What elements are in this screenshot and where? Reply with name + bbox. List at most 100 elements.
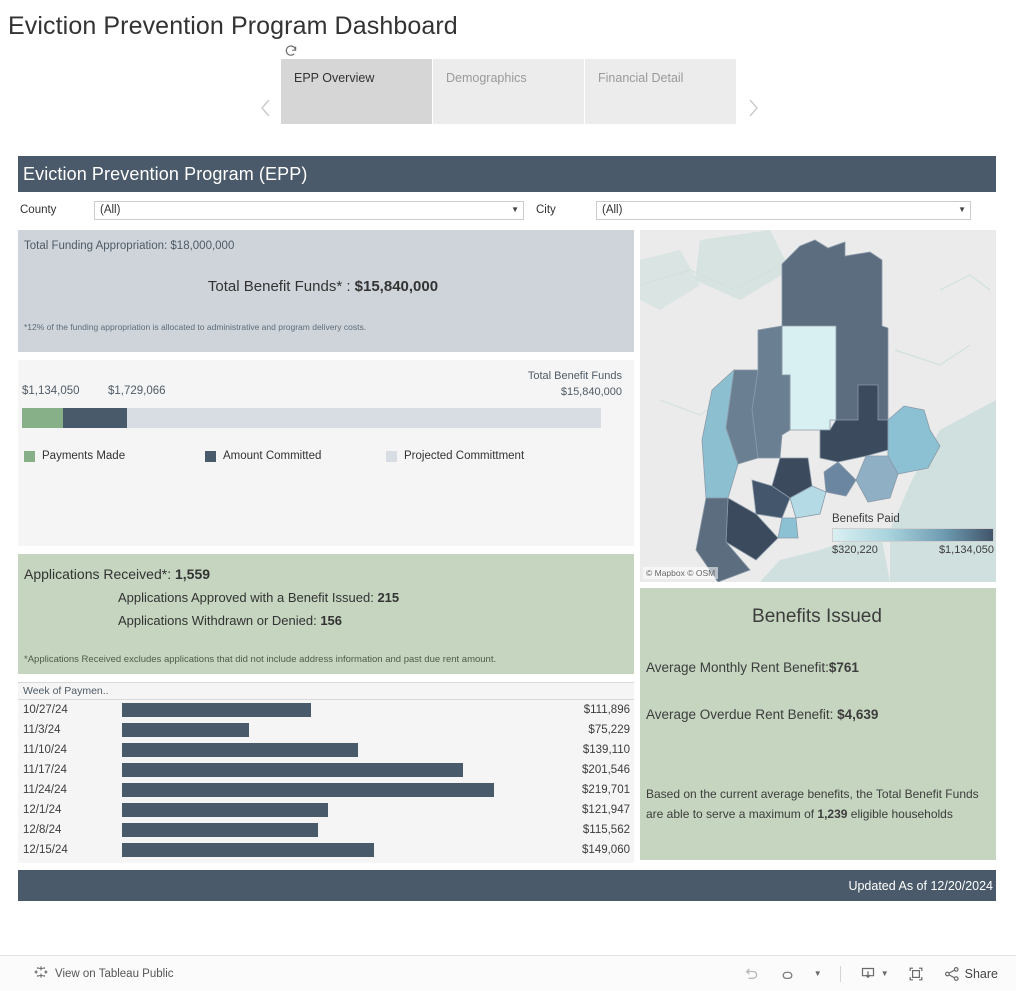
applications-received: Applications Received*: 1,559	[24, 566, 626, 582]
undo-icon[interactable]	[742, 965, 760, 983]
weekly-row-track	[122, 700, 564, 720]
weekly-row-track	[122, 740, 564, 760]
weekly-row-label: 12/15/24	[23, 844, 68, 856]
weekly-row-label: 12/1/24	[23, 804, 62, 816]
applications-approved-label: Applications Approved with a Benefit Iss…	[118, 590, 378, 605]
weekly-row-value: $111,896	[583, 704, 630, 716]
benefits-issued-title: Benefits Issued	[752, 606, 882, 627]
refresh-icon[interactable]	[283, 43, 299, 59]
weekly-chart-header: Week of Paymen..	[18, 683, 634, 700]
county-filter-dropdown[interactable]: (All) ▼	[94, 200, 524, 220]
stacked-funds-bar[interactable]	[22, 408, 601, 428]
average-overdue-rent-benefit-value: $4,639	[837, 707, 879, 722]
weekly-row-label: 11/3/24	[23, 724, 61, 736]
benefits-note-households: 1,239	[817, 807, 848, 821]
weekly-row-track	[122, 840, 564, 860]
weekly-payment-row[interactable]: 11/17/24 $201,546	[18, 760, 634, 780]
tabs-list: EPP Overview Demographics Financial Deta…	[281, 59, 736, 124]
legend-label-projected-commitment: Projected Committment	[404, 450, 525, 462]
chevron-down-icon: ▼	[958, 205, 966, 214]
tabs-prev-arrow[interactable]	[255, 95, 277, 121]
weekly-payment-row[interactable]: 12/1/24 $121,947	[18, 800, 634, 820]
benefits-capacity-note: Based on the current average benefits, t…	[646, 784, 990, 824]
fullscreen-icon[interactable]	[907, 965, 925, 983]
weekly-row-label: 12/8/24	[23, 824, 62, 836]
view-on-tableau-public-label: View on Tableau Public	[55, 967, 174, 980]
bar-segment-projected-commitment[interactable]	[126, 408, 601, 428]
weekly-payment-row[interactable]: 11/3/24 $75,229	[18, 720, 634, 740]
tab-demographics[interactable]: Demographics	[433, 59, 584, 124]
weekly-row-bar[interactable]	[122, 783, 494, 797]
legend-item-payments-made[interactable]: Payments Made	[24, 450, 205, 462]
legend-swatch-dark	[205, 450, 216, 462]
left-column: Total Funding Appropriation: $18,000,000…	[18, 230, 634, 863]
total-benefit-funds-label: Total Benefit Funds* :	[207, 278, 355, 295]
weekly-payment-row[interactable]: 11/24/24 $219,701	[18, 780, 634, 800]
county-sagadahoc[interactable]	[777, 517, 799, 539]
download-button[interactable]: ▼	[859, 965, 889, 983]
map-legend-values: $320,220 $1,134,050	[806, 544, 994, 556]
legend-item-amount-committed[interactable]: Amount Committed	[205, 450, 386, 462]
applications-denied-label: Applications Withdrawn or Denied:	[118, 613, 321, 628]
redo-icon[interactable]	[778, 965, 796, 983]
updated-band: Updated As of 12/20/2024	[18, 870, 996, 901]
weekly-payment-row[interactable]: 12/8/24 $115,562	[18, 820, 634, 840]
applications-denied-value: 156	[320, 613, 343, 628]
weekly-row-bar[interactable]	[122, 703, 312, 717]
average-overdue-rent-benefit: Average Overdue Rent Benefit: $4,639	[646, 707, 988, 722]
weekly-row-bar[interactable]	[122, 763, 464, 777]
map-attribution: © Mapbox © OSM	[643, 567, 719, 579]
applications-footnote: *Applications Received excludes applicat…	[24, 654, 497, 665]
tab-financial-detail[interactable]: Financial Detail	[585, 59, 736, 124]
applications-approved: Applications Approved with a Benefit Iss…	[118, 590, 626, 605]
weekly-row-bar[interactable]	[122, 823, 318, 837]
legend-swatch-green	[24, 450, 35, 462]
bar-segment-payments-made[interactable]	[22, 408, 64, 428]
average-monthly-rent-benefit-label: Average Monthly Rent Benefit:	[646, 660, 829, 675]
legend-item-projected-commitment[interactable]: Projected Committment	[386, 450, 524, 462]
funding-panel: Total Funding Appropriation: $18,000,000…	[18, 230, 634, 352]
tableau-toolbar: View on Tableau Public ▼ ▼ Share	[0, 955, 1016, 991]
toolbar-divider	[839, 965, 841, 982]
weekly-row-bar[interactable]	[122, 743, 358, 757]
weekly-row-label: 11/24/24	[23, 784, 67, 796]
city-filter-dropdown[interactable]: (All) ▼	[596, 200, 971, 220]
legend-label-payments-made: Payments Made	[42, 450, 126, 462]
legend-swatch-light	[386, 450, 397, 462]
weekly-row-value: $121,947	[582, 804, 630, 816]
weekly-row-label: 11/17/24	[23, 764, 67, 776]
weekly-row-track	[122, 760, 564, 780]
weekly-payment-row[interactable]: 10/27/24 $111,896	[18, 700, 634, 720]
tabs-next-arrow[interactable]	[742, 95, 764, 121]
stack-total-value: $15,840,000	[560, 386, 622, 398]
chevron-down-icon: ▼	[511, 205, 519, 214]
total-benefit-funds: Total Benefit Funds* : $15,840,000	[24, 278, 622, 295]
weekly-row-bar[interactable]	[122, 803, 329, 817]
benefits-note-post: eligible households	[847, 807, 953, 821]
applications-denied: Applications Withdrawn or Denied: 156	[118, 613, 626, 628]
weekly-rows: 10/27/24 $111,896 11/3/24 $75,229 11/10/24 $1…	[18, 700, 634, 860]
weekly-row-label: 10/27/24	[23, 704, 68, 716]
city-filter-label: City	[536, 204, 556, 216]
average-monthly-rent-benefit-value: $761	[828, 660, 859, 675]
weekly-row-bar[interactable]	[122, 723, 250, 737]
chevron-down-icon: ▼	[880, 969, 889, 978]
weekly-payment-row[interactable]: 11/10/24 $139,110	[18, 740, 634, 760]
legend-label-amount-committed: Amount Committed	[223, 450, 322, 462]
applications-received-label: Applications Received*:	[24, 566, 175, 582]
weekly-row-label: 11/10/24	[23, 744, 67, 756]
tableau-logo-icon	[34, 965, 55, 982]
funds-allocation-chart: Total Benefit Funds $15,840,000 $1,134,0…	[18, 360, 634, 546]
weekly-payment-row[interactable]: 12/15/24 $149,060	[18, 840, 634, 860]
amount-committed-value: $1,729,066	[108, 385, 166, 397]
map-legend-max: $1,134,050	[938, 544, 994, 556]
tab-epp-overview[interactable]: EPP Overview	[281, 59, 432, 124]
stack-total-label: Total Benefit Funds	[527, 370, 622, 382]
weekly-row-bar[interactable]	[122, 843, 375, 857]
share-button[interactable]: Share	[943, 965, 998, 983]
bar-segment-amount-committed[interactable]	[63, 408, 127, 428]
map-legend-min: $320,220	[832, 544, 878, 556]
benefits-paid-map[interactable]: © Mapbox © OSM Benefits Paid $320,220 $1…	[640, 230, 996, 582]
revert-dropdown[interactable]: ▼	[814, 969, 822, 978]
view-on-tableau-public-button[interactable]: View on Tableau Public	[34, 965, 174, 982]
